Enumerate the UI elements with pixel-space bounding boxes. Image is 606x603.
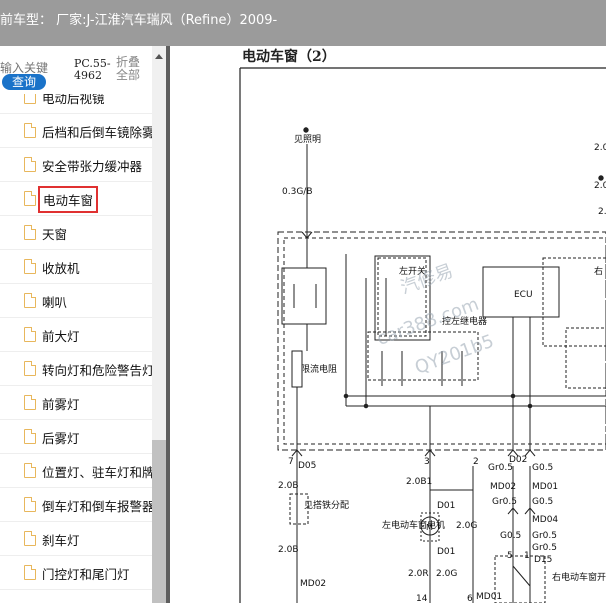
tree-item-label: 后档和后倒车镜除雾 — [42, 125, 152, 140]
label-w20g1: 2.0G — [436, 569, 457, 579]
document-icon — [24, 123, 36, 138]
label-gr05b: Gr0.5 — [492, 497, 517, 507]
scroll-thumb[interactable] — [152, 440, 166, 603]
motor-m: M — [426, 523, 433, 532]
tree-item-label: 位置灯、驻车灯和牌 — [42, 465, 152, 480]
label-w20b-b: 2.0B — [278, 545, 299, 555]
label-limit-resistor: 限流电阻 — [301, 363, 337, 375]
document-icon — [24, 531, 36, 546]
document-icon — [24, 225, 36, 240]
document-icon — [24, 94, 36, 104]
tree-item[interactable]: 门控灯和尾门灯 — [0, 556, 152, 590]
label-d01a: D01 — [437, 501, 455, 511]
tree-list: 电动后视镜后档和后倒车镜除雾 安全带张力缓冲器电动车窗天窗收放机喇叭前大灯转向灯和… — [0, 94, 152, 603]
label-w20b-a: 2.0B — [278, 481, 299, 491]
document-icon — [24, 293, 36, 308]
label-d05: D05 — [298, 461, 316, 471]
tree-item[interactable]: 刹车灯 — [0, 522, 152, 556]
tree-item[interactable]: 后档和后倒车镜除雾 — [0, 114, 152, 148]
tree-item-label: 转向灯和危险警告灯 — [42, 363, 152, 378]
pin-5: 5 — [507, 551, 513, 561]
edge-label-2: 2.0 — [594, 181, 606, 191]
app-titlebar: 前车型： 厂家:J-江淮汽车瑞风（Refine）2009- — [0, 0, 606, 46]
label-wire-03gb: 0.3G/B — [282, 187, 313, 197]
watermark-line-3: QY201b5 — [412, 331, 497, 379]
tree-item-label: 前大灯 — [42, 329, 80, 344]
tree-item-label: 前雾灯 — [42, 397, 80, 412]
label-md01b: MD01 — [476, 592, 502, 602]
tree-item[interactable]: 位置灯、驻车灯和牌 — [0, 454, 152, 488]
label-d01b: D01 — [437, 547, 455, 557]
tree-item[interactable]: 前雾灯 — [0, 386, 152, 420]
label-w20r: 2.0R — [408, 569, 429, 579]
tree-item[interactable]: 电动车窗 — [0, 182, 152, 216]
pin-14: 14 — [416, 594, 428, 603]
tree-item[interactable]: 电动后视镜 — [0, 94, 152, 114]
tree-item-label: 电动车窗 — [37, 186, 99, 213]
tree-item-label: 倒车灯和倒车报警器 — [42, 499, 152, 514]
tree-item[interactable]: 喇叭 — [0, 284, 152, 318]
label-g05b: G0.5 — [532, 497, 553, 507]
document-icon — [24, 497, 36, 512]
tree-item[interactable]: 倒车灯和倒车报警器 — [0, 488, 152, 522]
pin-7: 7 — [288, 457, 294, 467]
document-icon — [24, 429, 36, 444]
document-pane: 电动车窗（2） 见照明 0.3G/B 限流电阻 左开关 控左继电器 ECU 右 … — [170, 46, 606, 603]
label-left-motor: 左电动车窗电机 — [382, 519, 445, 531]
pin-6: 6 — [467, 594, 473, 603]
pc-code: PC.55-4962 — [74, 57, 111, 82]
label-ecu: ECU — [514, 290, 533, 300]
label-gr05c: Gr0.5 — [532, 531, 557, 541]
label-ground: 见搭铁分配 — [304, 499, 349, 511]
tree-item[interactable]: 安全带张力缓冲器 — [0, 148, 152, 182]
tree-item-label: 天窗 — [42, 227, 68, 242]
label-md02b: MD02 — [300, 579, 326, 589]
scroll-up-icon[interactable] — [155, 54, 163, 59]
tree-item-label: 门控灯和尾门灯 — [42, 567, 130, 582]
pin-1: 1 — [524, 551, 530, 561]
document-icon — [24, 361, 36, 376]
document-icon — [24, 565, 36, 580]
tree-item-label: 喇叭 — [42, 295, 68, 310]
tree-item-label: 电动后视镜 — [42, 94, 105, 106]
label-md02a: MD02 — [490, 482, 516, 492]
label-headlight: 见照明 — [294, 134, 321, 145]
tree-item[interactable]: 转向灯和危险警告灯 — [0, 352, 152, 386]
label-gr05: Gr0.5 — [488, 463, 513, 473]
label-md01: MD01 — [532, 482, 558, 492]
collapse-all-link[interactable]: 折叠全部 — [116, 56, 146, 82]
document-icon — [24, 463, 36, 478]
label-g05c: G0.5 — [500, 531, 521, 541]
label-md04: MD04 — [532, 515, 558, 525]
search-button[interactable]: 查询 — [2, 74, 46, 90]
label-gr05d: Gr0.5 — [532, 543, 557, 553]
label-right-partial: 右 — [594, 265, 603, 277]
pin-2: 2 — [473, 457, 479, 467]
tree-item-label: 后雾灯 — [42, 431, 80, 446]
document-icon — [24, 327, 36, 342]
sidebar-scrollbar[interactable] — [152, 46, 166, 603]
tree-item-label: 安全带张力缓冲器 — [42, 159, 143, 174]
document-icon — [24, 395, 36, 410]
label-w20b1: 2.0B1 — [406, 477, 432, 487]
wiring-diagram: 见照明 0.3G/B 限流电阻 左开关 控左继电器 ECU 右 见搭铁分配 左电… — [239, 67, 606, 603]
tree-item-label: 刹车灯 — [42, 533, 80, 548]
tree-item[interactable]: 前大灯 — [0, 318, 152, 352]
edge-label-3: 2. — [598, 207, 606, 217]
tree-item[interactable]: 收放机 — [0, 250, 152, 284]
edge-label-1: 2.0 — [594, 143, 606, 153]
document-icon — [24, 259, 36, 274]
tree-item[interactable]: 后雾灯 — [0, 420, 152, 454]
document-icon — [24, 157, 36, 172]
pin-3: 3 — [424, 457, 430, 467]
document-icon — [24, 191, 36, 206]
sidebar: 查询 PC.55-4962 折叠全部 电动后视镜后档和后倒车镜除雾安全带张力缓冲… — [0, 46, 168, 603]
label-w20g: 2.0G — [456, 521, 477, 531]
window-title: 前车型： 厂家:J-江淮汽车瑞风（Refine）2009- — [0, 13, 278, 28]
label-g05: G0.5 — [532, 463, 553, 473]
label-d15: D15 — [534, 555, 552, 565]
tree-item[interactable]: 天窗 — [0, 216, 152, 250]
tree-item-label: 收放机 — [42, 261, 80, 276]
label-right-switch: 右电动车窗开 — [552, 571, 606, 583]
